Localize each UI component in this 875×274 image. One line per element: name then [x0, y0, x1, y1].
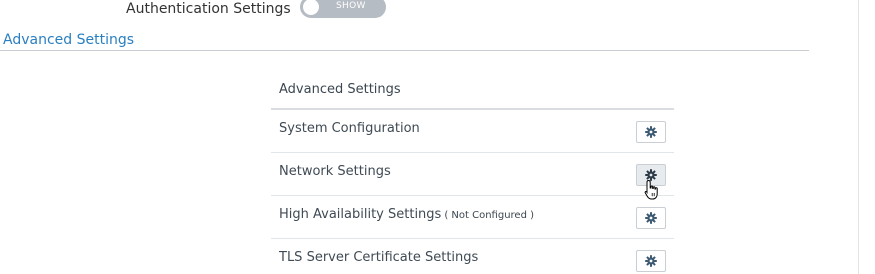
tls-server-certificate-settings-button[interactable] — [636, 250, 666, 272]
row-network-settings: Network Settings — [271, 153, 674, 196]
hand-pointer-icon — [644, 179, 658, 200]
gear-icon — [645, 255, 657, 267]
advanced-settings-panel: Advanced Settings System Configuration N… — [271, 74, 674, 274]
row-label: System Configuration — [279, 121, 420, 137]
row-label-text: System Configuration — [279, 121, 420, 136]
toggle-knob — [303, 0, 319, 15]
panel-header: Advanced Settings — [271, 74, 674, 110]
authentication-settings-label: Authentication Settings — [126, 1, 291, 17]
toggle-text: SHOW — [336, 1, 366, 11]
not-configured-note: ( Not Configured ) — [444, 210, 535, 221]
vertical-divider — [858, 0, 859, 274]
authentication-settings-toggle[interactable]: SHOW — [300, 0, 386, 18]
system-configuration-settings-button[interactable] — [636, 121, 666, 143]
row-label: TLS Server Certificate Settings — [279, 250, 478, 266]
row-tls-server-certificate-settings: TLS Server Certificate Settings — [271, 239, 674, 274]
page: Authentication Settings SHOW Advanced Se… — [0, 0, 875, 274]
row-label-text: Network Settings — [279, 164, 391, 179]
row-high-availability-settings: High Availability Settings( Not Configur… — [271, 196, 674, 239]
high-availability-settings-button[interactable] — [636, 207, 666, 229]
gear-icon — [645, 212, 657, 224]
authentication-settings-row: Authentication Settings SHOW — [0, 0, 875, 20]
row-system-configuration: System Configuration — [271, 110, 674, 153]
panel-header-title: Advanced Settings — [279, 82, 401, 97]
section-divider — [0, 50, 809, 51]
row-label-text: High Availability Settings — [279, 207, 442, 222]
row-label: High Availability Settings( Not Configur… — [279, 207, 534, 224]
section-title: Advanced Settings — [3, 32, 135, 48]
row-label: Network Settings — [279, 164, 391, 180]
gear-icon — [645, 126, 657, 138]
row-label-text: TLS Server Certificate Settings — [279, 250, 479, 265]
